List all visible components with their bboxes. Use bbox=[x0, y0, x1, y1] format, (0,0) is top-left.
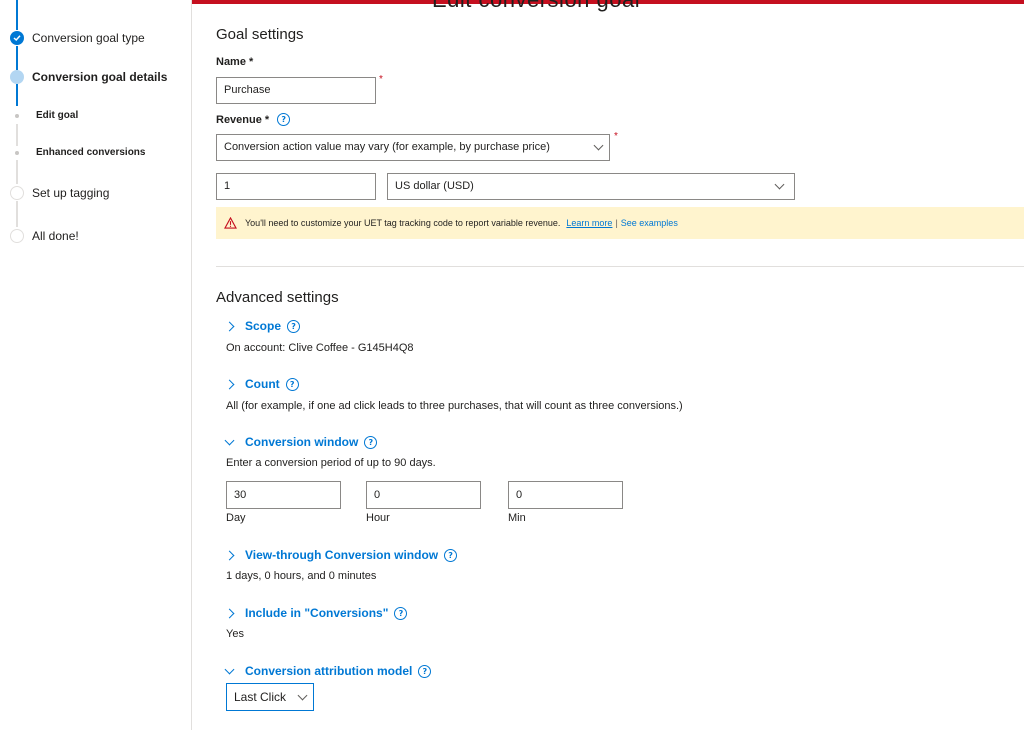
help-icon[interactable]: ? bbox=[285, 377, 299, 391]
step-conversion-goal-details[interactable]: Conversion goal details bbox=[10, 70, 167, 84]
attribution-value: Last Click bbox=[234, 690, 287, 704]
sub-step-enhanced-conversions[interactable]: Enhanced conversions bbox=[36, 147, 145, 158]
revenue-type-dropdown[interactable]: Conversion action value may vary (for ex… bbox=[216, 134, 610, 161]
name-label: Name * bbox=[216, 56, 254, 68]
view-through-value: 1 days, 0 hours, and 0 minutes bbox=[226, 570, 377, 582]
goal-name-input[interactable]: Purchase bbox=[216, 77, 376, 104]
chevron-right-icon bbox=[224, 321, 235, 331]
window-min-input[interactable]: 0 bbox=[508, 481, 623, 509]
check-icon bbox=[10, 31, 24, 45]
learn-more-link[interactable]: Learn more bbox=[566, 218, 612, 228]
step-label: All done! bbox=[32, 229, 79, 243]
window-hour-input[interactable]: 0 bbox=[366, 481, 481, 509]
current-step-indicator bbox=[10, 70, 24, 84]
help-icon[interactable]: ? bbox=[394, 606, 408, 620]
step-set-up-tagging[interactable]: Set up tagging bbox=[10, 186, 109, 200]
chevron-right-icon bbox=[224, 608, 235, 618]
revenue-type-value: Conversion action value may vary (for ex… bbox=[224, 141, 550, 153]
revenue-label-text: Revenue * bbox=[216, 113, 270, 126]
help-icon[interactable]: ? bbox=[287, 319, 301, 333]
link-separator: | bbox=[615, 218, 618, 228]
help-icon[interactable]: ? bbox=[277, 113, 291, 126]
conversion-window-description: Enter a conversion period of up to 90 da… bbox=[226, 457, 436, 469]
day-label: Day bbox=[226, 512, 246, 524]
attribution-label: Conversion attribution model bbox=[245, 664, 413, 678]
progress-rail-active bbox=[16, 84, 18, 106]
advanced-settings-heading: Advanced settings bbox=[216, 289, 339, 306]
help-icon[interactable]: ? bbox=[444, 548, 458, 562]
revenue-warning-banner: You'll need to customize your UET tag tr… bbox=[216, 207, 1024, 239]
chevron-down-icon bbox=[224, 664, 235, 674]
step-conversion-goal-type[interactable]: Conversion goal type bbox=[10, 31, 145, 45]
see-examples-link[interactable]: See examples bbox=[621, 218, 678, 228]
count-toggle[interactable]: Count ? bbox=[224, 377, 299, 391]
chevron-right-icon bbox=[224, 550, 235, 560]
chevron-down-icon bbox=[297, 690, 308, 700]
scope-toggle[interactable]: Scope ? bbox=[224, 319, 301, 333]
include-in-conversions-toggle[interactable]: Include in "Conversions" ? bbox=[224, 606, 408, 620]
currency-value: US dollar (USD) bbox=[395, 180, 474, 192]
step-all-done[interactable]: All done! bbox=[10, 229, 79, 243]
progress-rail-pending bbox=[16, 201, 18, 227]
progress-rail-complete bbox=[16, 0, 18, 30]
conversion-window-toggle[interactable]: Conversion window ? bbox=[224, 435, 378, 449]
conversion-window-label: Conversion window bbox=[245, 435, 359, 449]
pending-step-indicator bbox=[10, 186, 24, 200]
page-title: Edit conversion goal bbox=[432, 0, 640, 13]
sub-step-dot bbox=[15, 114, 19, 118]
chevron-down-icon bbox=[593, 140, 604, 151]
wizard-sidebar: Conversion goal type Conversion goal det… bbox=[0, 0, 192, 730]
required-indicator: * bbox=[379, 74, 383, 85]
revenue-label: Revenue * ? bbox=[216, 113, 291, 126]
min-label: Min bbox=[508, 512, 526, 524]
view-through-label: View-through Conversion window bbox=[245, 548, 439, 562]
attribution-model-toggle[interactable]: Conversion attribution model ? bbox=[224, 664, 432, 678]
progress-rail-pending bbox=[16, 160, 18, 184]
scope-label: Scope bbox=[245, 319, 282, 333]
chevron-down-icon bbox=[224, 435, 235, 445]
step-label: Set up tagging bbox=[32, 186, 110, 200]
progress-rail-pending bbox=[16, 124, 18, 146]
count-label: Count bbox=[245, 377, 280, 391]
include-label: Include in "Conversions" bbox=[245, 606, 389, 620]
include-value: Yes bbox=[226, 628, 244, 640]
pending-step-indicator bbox=[10, 229, 24, 243]
sub-step-edit-goal[interactable]: Edit goal bbox=[36, 110, 78, 121]
view-through-window-toggle[interactable]: View-through Conversion window ? bbox=[224, 548, 458, 562]
help-icon[interactable]: ? bbox=[418, 664, 432, 678]
revenue-amount-input[interactable]: 1 bbox=[216, 173, 376, 200]
step-label: Conversion goal details bbox=[32, 70, 168, 84]
chevron-right-icon bbox=[224, 379, 235, 389]
step-label: Conversion goal type bbox=[32, 31, 145, 45]
help-icon[interactable]: ? bbox=[364, 435, 378, 449]
count-value: All (for example, if one ad click leads … bbox=[226, 400, 683, 412]
required-indicator: * bbox=[614, 131, 618, 142]
scope-value: On account: Clive Coffee - G145H4Q8 bbox=[226, 342, 414, 354]
warning-icon bbox=[224, 217, 237, 229]
goal-settings-heading: Goal settings bbox=[216, 26, 304, 43]
warning-text: You'll need to customize your UET tag tr… bbox=[245, 218, 561, 228]
chevron-down-icon bbox=[774, 179, 785, 190]
currency-dropdown[interactable]: US dollar (USD) bbox=[387, 173, 795, 200]
hour-label: Hour bbox=[366, 512, 390, 524]
progress-rail-complete bbox=[16, 46, 18, 70]
sub-step-dot bbox=[15, 151, 19, 155]
window-day-input[interactable]: 30 bbox=[226, 481, 341, 509]
section-divider bbox=[216, 266, 1024, 267]
attribution-model-dropdown[interactable]: Last Click bbox=[226, 683, 314, 711]
